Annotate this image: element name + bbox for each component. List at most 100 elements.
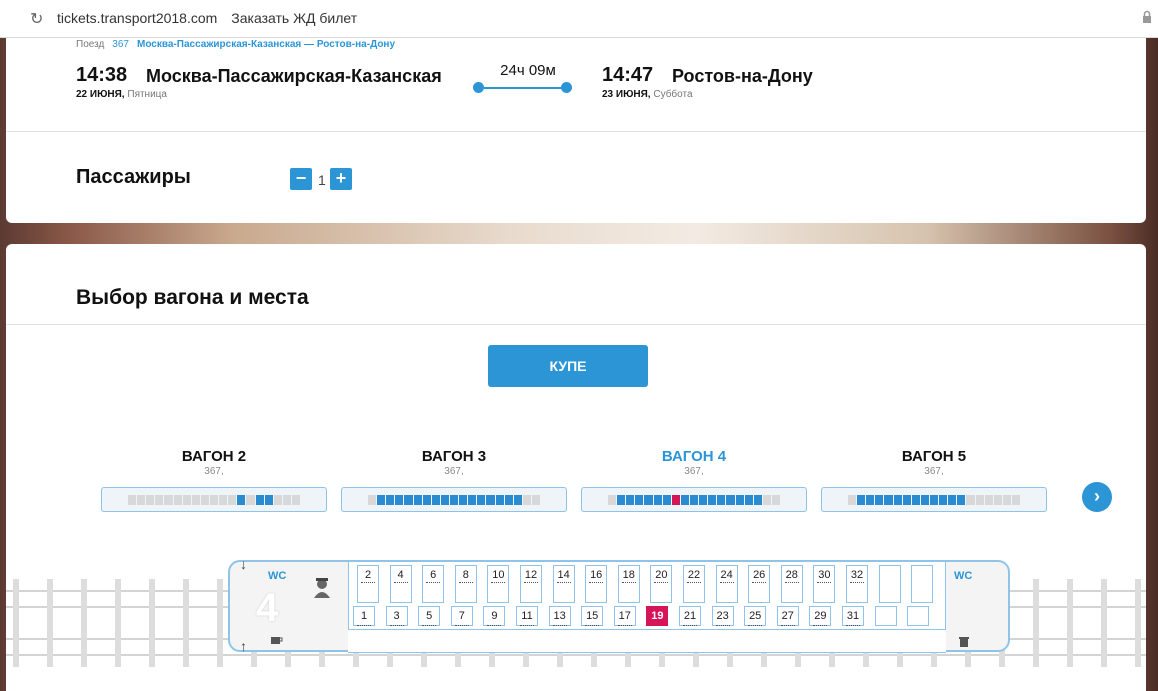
seat-lower[interactable]: 29 [809, 606, 832, 626]
seat-upper[interactable]: 20 [650, 565, 673, 603]
mini-seat [875, 494, 884, 505]
seat-upper[interactable]: 28 [780, 565, 803, 603]
seat-upper[interactable]: 6 [422, 565, 445, 603]
mini-seat [477, 494, 486, 505]
mini-seat [291, 494, 301, 505]
mini-seat [237, 494, 246, 505]
seat-lower[interactable]: 9 [483, 606, 506, 626]
url-text[interactable]: tickets.transport2018.com Заказать ЖД бил… [57, 10, 357, 26]
mini-seat [644, 494, 653, 505]
passenger-minus-button[interactable]: − [290, 168, 312, 190]
passenger-plus-button[interactable]: + [330, 168, 352, 190]
mini-seat [726, 494, 735, 505]
wagon-mini-map[interactable] [821, 487, 1047, 512]
seat-lower[interactable] [874, 606, 897, 626]
seat-upper[interactable]: 8 [454, 565, 477, 603]
mini-seat [1011, 494, 1021, 505]
wagon-tab[interactable]: ВАГОН 3 367, [341, 448, 567, 512]
mini-seat [984, 494, 993, 505]
seat-lower[interactable]: 31 [842, 606, 864, 626]
seat-lower[interactable]: 3 [385, 606, 408, 626]
mini-seat [228, 494, 237, 505]
seat-lower[interactable]: 17 [613, 606, 636, 626]
mini-seat [413, 494, 422, 505]
seat-lower[interactable]: 15 [581, 606, 604, 626]
wagon-tab-active[interactable]: ВАГОН 4 367, [581, 448, 807, 512]
mini-seat [671, 494, 680, 505]
wagon-mini-map[interactable] [581, 487, 807, 512]
seat-lower[interactable]: 23 [711, 606, 734, 626]
mini-seat [929, 494, 939, 505]
seat-upper[interactable]: 4 [389, 565, 412, 603]
mini-seat [164, 494, 173, 505]
mini-seat [495, 494, 504, 505]
mini-seat [866, 494, 875, 505]
browser-address-bar[interactable]: ↻ tickets.transport2018.com Заказать ЖД б… [0, 0, 1158, 38]
mini-seat [902, 494, 911, 505]
mini-seat [386, 494, 395, 505]
seat-lower[interactable]: 27 [776, 606, 799, 626]
mini-seat [404, 494, 413, 505]
mini-seat [975, 494, 984, 505]
arrival-dot [561, 82, 572, 93]
lock-icon [1143, 10, 1151, 23]
wagon-mini-map[interactable] [101, 487, 327, 512]
mini-seat [884, 494, 893, 505]
train-number[interactable]: 367 [112, 39, 129, 50]
seat-lower[interactable]: 7 [450, 606, 473, 626]
departure-date: 22 ИЮНЯ, Пятница [76, 89, 167, 100]
mini-seat [680, 494, 689, 505]
seat-upper[interactable]: 14 [552, 565, 575, 603]
seat-upper[interactable]: 2 [357, 565, 379, 603]
car-seat-map: ↓ ↑ 4 WC 2 4 6 8 10 12 14 16 18 20 22 24 26 28 30 32 1 3 5… [228, 556, 1010, 654]
mini-seat [219, 494, 228, 505]
seat-lower[interactable]: 13 [548, 606, 571, 626]
seat-upper[interactable]: 32 [846, 565, 868, 603]
coupe-class-button[interactable]: КУПЕ [488, 345, 648, 387]
seat-upper[interactable]: 18 [617, 565, 640, 603]
wc-right: WC [954, 570, 973, 582]
arrival-time: 14:47 [602, 64, 654, 86]
reload-icon[interactable]: ↻ [30, 9, 43, 29]
seat-upper[interactable]: 22 [683, 565, 705, 603]
arrival-city: Ростов-на-Дону [672, 66, 813, 86]
mini-seat [255, 494, 264, 505]
mini-seat [626, 494, 635, 505]
mini-seat [708, 494, 717, 505]
wagon-tab[interactable]: ВАГОН 2 367, [101, 448, 327, 512]
mini-seat [377, 494, 386, 505]
wagon-tab[interactable]: ВАГОН 5 367, [821, 448, 1047, 512]
passengers-title: Пассажиры [76, 166, 191, 188]
mini-seat [771, 494, 781, 505]
seat-lower[interactable] [907, 606, 930, 626]
seat-lower[interactable]: 11 [516, 606, 538, 626]
seat-upper[interactable]: 26 [748, 565, 771, 603]
seat-upper[interactable]: 24 [715, 565, 738, 603]
seat-upper[interactable]: 10 [487, 565, 510, 603]
seat-lower[interactable]: 21 [679, 606, 701, 626]
seat-lower-selected[interactable]: 19 [646, 606, 669, 626]
mini-seat [531, 494, 541, 505]
next-wagons-button[interactable]: › [1082, 482, 1112, 512]
mini-seat [966, 494, 975, 505]
wagon-mini-map[interactable] [341, 487, 567, 512]
mini-seat [522, 494, 531, 505]
mini-seat [893, 494, 902, 505]
mini-seat [146, 494, 155, 505]
seat-lower[interactable]: 5 [418, 606, 441, 626]
seat-lower[interactable]: 1 [353, 606, 375, 626]
mini-seat [282, 494, 291, 505]
mini-seat [367, 494, 377, 505]
mini-seat [939, 494, 948, 505]
seat-upper[interactable] [878, 565, 901, 603]
mini-seat [653, 494, 662, 505]
train-route[interactable]: Москва-Пассажирская-Казанская — Ростов-н… [137, 39, 395, 50]
seat-upper[interactable]: 30 [813, 565, 836, 603]
mini-seat [486, 494, 495, 505]
mini-seat [468, 494, 477, 505]
seat-upper[interactable] [911, 565, 934, 603]
seat-upper[interactable]: 16 [585, 565, 608, 603]
mini-seat [513, 494, 522, 505]
seat-upper[interactable]: 12 [520, 565, 542, 603]
seat-lower[interactable]: 25 [744, 606, 767, 626]
